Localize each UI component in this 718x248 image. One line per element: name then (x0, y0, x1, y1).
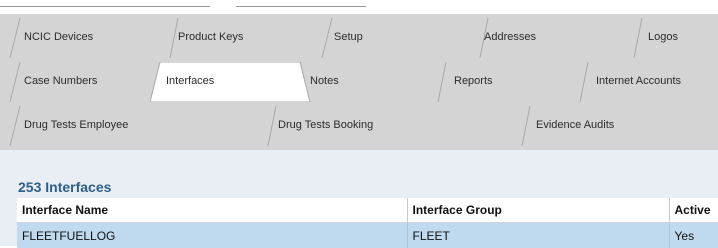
column-header-active[interactable]: Active (669, 198, 718, 223)
top-divider (0, 6, 210, 7)
section-title: 253 Interfaces (18, 179, 111, 195)
column-header-interface-name[interactable]: Interface Name (17, 198, 407, 223)
tab-row-1: NCIC Devices Product Keys Setup Addresse… (0, 18, 718, 58)
tab-product-keys[interactable]: Product Keys (178, 31, 243, 43)
tab-setup[interactable]: Setup (334, 31, 363, 43)
table-row[interactable]: FLEETFUELLOG FLEET Yes (17, 223, 718, 248)
tab-bar: NCIC Devices Product Keys Setup Addresse… (0, 14, 718, 150)
tab-drug-tests-booking[interactable]: Drug Tests Booking (278, 119, 373, 131)
cell-active: Yes (669, 223, 718, 248)
tab-case-numbers[interactable]: Case Numbers (24, 75, 97, 87)
tab-interfaces[interactable]: Interfaces (166, 75, 214, 87)
tab-row-3: Drug Tests Employee Drug Tests Booking E… (0, 106, 718, 146)
tab-addresses[interactable]: Addresses (484, 31, 536, 43)
tab-evidence-audits[interactable]: Evidence Audits (536, 119, 614, 131)
cell-interface-group: FLEET (407, 223, 669, 248)
tab-notes[interactable]: Notes (310, 75, 339, 87)
tab-row-2: Case Numbers Interfaces Notes Reports In… (0, 62, 718, 102)
tab-reports[interactable]: Reports (454, 75, 493, 87)
tab-logos[interactable]: Logos (648, 31, 678, 43)
tab-internet-accounts[interactable]: Internet Accounts (596, 75, 681, 87)
content-panel: 253 Interfaces Interface Name Interface … (0, 150, 718, 246)
column-header-interface-group[interactable]: Interface Group (407, 198, 669, 223)
tab-ncic-devices[interactable]: NCIC Devices (24, 31, 93, 43)
cell-interface-name: FLEETFUELLOG (17, 223, 407, 248)
table-header-row: Interface Name Interface Group Active (17, 198, 718, 223)
tab-drug-tests-employee[interactable]: Drug Tests Employee (24, 119, 128, 131)
top-divider (236, 6, 366, 7)
top-strip (0, 0, 718, 14)
interfaces-table: Interface Name Interface Group Active FL… (17, 198, 718, 248)
